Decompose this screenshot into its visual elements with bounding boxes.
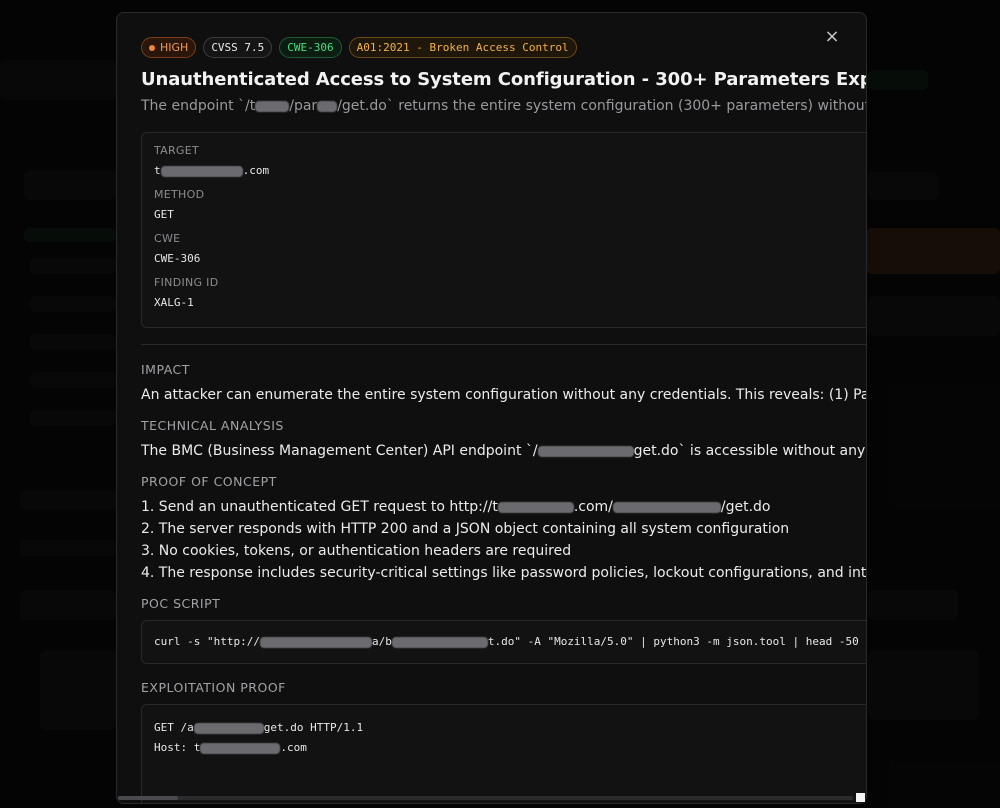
- exploit-text: get.do HTTP/1.1: [263, 721, 364, 734]
- description-text: /par: [289, 98, 318, 114]
- redacted-block: [537, 445, 634, 457]
- technical-analysis-text: The BMC (Business Management Center) API…: [141, 440, 866, 462]
- poc-step-text: .com/: [573, 499, 613, 515]
- owasp-badge: A01:2021 - Broken Access Control: [348, 37, 577, 58]
- poc-script-code[interactable]: curl -s "http:// a/b t.do" -A "Mozilla/5.0…: [141, 620, 866, 664]
- poc-step: 3. No cookies, tokens, or authentication…: [141, 543, 572, 559]
- scrollbar-thumb[interactable]: [118, 796, 178, 800]
- script-text: t.do" -A "Mozilla/5.0" | python3 -m json…: [487, 635, 859, 648]
- redacted-block: [317, 100, 338, 112]
- description-text: The endpoint `/t: [141, 98, 256, 114]
- finding-title: Unauthenticated Access to System Configu…: [141, 69, 866, 90]
- impact-label: IMPACT: [141, 362, 190, 377]
- section-divider: [141, 344, 866, 345]
- severity-dot-icon: [149, 44, 155, 51]
- redacted-block: [259, 636, 372, 648]
- technical-analysis-label: TECHNICAL ANALYSIS: [141, 418, 284, 433]
- target-label: TARGET: [154, 144, 200, 157]
- exploit-text: GET /a: [154, 721, 194, 734]
- redacted-block: [255, 100, 290, 112]
- script-text: a/b: [371, 635, 392, 648]
- poc-steps: 1. Send an unauthenticated GET request t…: [141, 496, 866, 584]
- poc-step: 2. The server responds with HTTP 200 and…: [141, 521, 790, 537]
- redacted-block: [200, 742, 281, 754]
- method-label: METHOD: [154, 188, 205, 201]
- cwe-badge: CWE-306: [279, 37, 342, 58]
- finding-id-value: XALG-1: [154, 296, 194, 309]
- finding-id-label: FINDING ID: [154, 276, 219, 289]
- severity-label: HIGH: [160, 41, 189, 54]
- redacted-block: [497, 501, 574, 513]
- poc-script-label: POC SCRIPT: [141, 596, 221, 611]
- technical-text: get.do` is accessible without any aut: [633, 443, 866, 459]
- poc-step: 1. Send an unauthenticated GET request t…: [141, 496, 866, 518]
- redacted-block: [391, 636, 488, 648]
- finding-description: The endpoint `/t/par/get.do` returns the…: [141, 97, 866, 116]
- description-text: /get.do` returns the entire system confi…: [337, 98, 866, 114]
- exploitation-proof-code[interactable]: GET /a get.do HTTP/1.1 Host: t .com: [141, 704, 866, 803]
- poc-step: 4. The response includes security-critic…: [141, 565, 866, 581]
- script-text: curl -s "http://: [154, 635, 260, 648]
- cwe-value: CWE-306: [154, 252, 201, 265]
- proof-of-concept-label: PROOF OF CONCEPT: [141, 474, 277, 489]
- cvss-badge: CVSS 7.5: [203, 37, 273, 58]
- exploit-text: .com: [280, 741, 307, 754]
- poc-step-text: /get.do: [720, 499, 771, 515]
- finding-modal: × HIGH CVSS 7.5 CWE-306 A01:2021 - Broke…: [116, 12, 867, 804]
- technical-text: The BMC (Business Management Center) API…: [141, 443, 538, 459]
- details-panel: TARGET t .com METHOD GET CWE CWE-306 FIND…: [141, 132, 866, 328]
- horizontal-scrollbar[interactable]: [118, 796, 853, 800]
- cwe-label: CWE: [154, 232, 181, 245]
- method-value: GET: [154, 208, 174, 221]
- scrollbar-corner: [856, 793, 865, 802]
- http-host-line: Host: t .com: [154, 738, 866, 758]
- target-value[interactable]: t .com: [154, 163, 866, 179]
- http-request-line: GET /a get.do HTTP/1.1: [154, 718, 866, 738]
- poc-step-text: 1. Send an unauthenticated GET request t…: [141, 499, 498, 515]
- redacted-block: [612, 501, 721, 513]
- exploit-text: Host: t: [154, 741, 201, 754]
- severity-badge: HIGH: [141, 37, 197, 58]
- impact-text: An attacker can enumerate the entire sys…: [141, 387, 866, 403]
- redacted-block: [193, 722, 264, 734]
- exploitation-proof-label: EXPLOITATION PROOF: [141, 680, 286, 695]
- badge-row: HIGH CVSS 7.5 CWE-306 A01:2021 - Broken …: [141, 37, 866, 58]
- modal-content: HIGH CVSS 7.5 CWE-306 A01:2021 - Broken …: [141, 37, 866, 803]
- target-text: t: [154, 164, 161, 177]
- redacted-block: [160, 165, 243, 177]
- target-text: .com: [242, 164, 270, 177]
